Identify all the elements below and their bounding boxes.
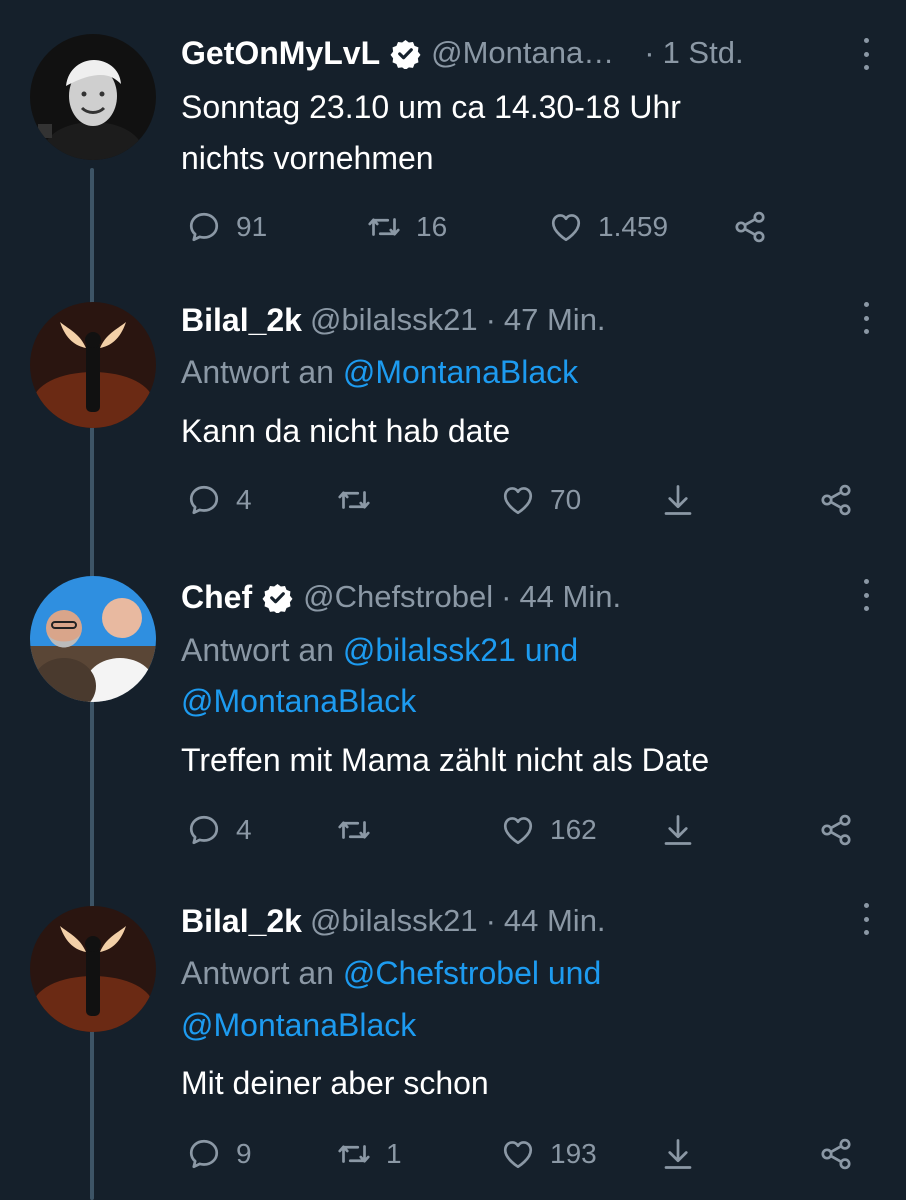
more-icon[interactable]	[860, 302, 872, 334]
reply-to-link[interactable]: @bilalssk21 und	[343, 632, 578, 668]
like-icon	[500, 812, 536, 848]
share-icon	[818, 1136, 854, 1172]
download-icon	[660, 812, 696, 848]
tweet-text: Treffen mit Mama zählt nicht als Date	[181, 742, 710, 778]
reply-to-link[interactable]: @Chefstrobel und	[343, 955, 601, 991]
reply-prefix: Antwort an	[181, 632, 334, 668]
download-icon	[660, 1136, 696, 1172]
like-icon	[500, 482, 536, 518]
timestamp[interactable]: 44 Min.	[519, 579, 621, 615]
like-button[interactable]: 193	[500, 1132, 597, 1176]
reply-count: 4	[236, 814, 252, 845]
reply-button[interactable]: 4	[186, 808, 252, 852]
reply-count: 9	[236, 1138, 252, 1169]
retweet-icon	[336, 812, 372, 848]
separator: ·	[485, 302, 496, 337]
author-handle[interactable]: @bilalssk21	[310, 903, 478, 939]
download-button[interactable]	[660, 1132, 696, 1176]
reply-context-line-1: Antwort an @Chefstrobel und	[181, 953, 601, 993]
author-handle[interactable]: @Chefstrobel	[303, 579, 493, 615]
like-count: 1.459	[598, 211, 669, 242]
author-name[interactable]: Bilal_2k	[181, 903, 302, 940]
download-icon	[660, 482, 696, 518]
verified-badge-icon	[390, 38, 421, 69]
tweet-header: Chef @Chefstrobel · 44 Min.	[181, 571, 621, 623]
verified-badge-icon	[262, 582, 293, 613]
reply-button[interactable]: 9	[186, 1132, 252, 1176]
author-name[interactable]: Chef	[181, 579, 252, 616]
action-bar: 91 16 1.459	[0, 205, 906, 249]
author-handle[interactable]: @Montana…	[431, 35, 614, 71]
reply-to-link-2[interactable]: @MontanaBlack	[181, 1005, 416, 1045]
action-bar: 4 162	[0, 808, 906, 852]
like-icon	[548, 209, 584, 245]
author-name[interactable]: GetOnMyLvL	[181, 35, 380, 72]
like-count: 162	[550, 814, 597, 845]
retweet-count: 16	[416, 211, 448, 242]
share-button[interactable]	[732, 205, 768, 249]
avatar[interactable]	[30, 576, 156, 702]
action-bar: 4 70	[0, 478, 906, 522]
tweet-text-line-1: Sonntag 23.10 um ca 14.30-18 Uhr	[181, 89, 681, 125]
like-count: 70	[550, 484, 582, 515]
action-bar: 9 1 193	[0, 1132, 906, 1176]
retweet-icon	[336, 482, 372, 518]
reply-icon	[186, 209, 222, 245]
tweet-header: Bilal_2k @bilalssk21 · 47 Min.	[181, 294, 606, 346]
reply-to-link-2[interactable]: @MontanaBlack	[181, 681, 416, 721]
reply-icon	[186, 812, 222, 848]
separator: ·	[501, 579, 512, 614]
like-icon	[500, 1136, 536, 1172]
tweet-text-line-2: nichts vornehmen	[181, 140, 434, 176]
more-icon[interactable]	[860, 579, 872, 611]
share-button[interactable]	[818, 478, 854, 522]
download-button[interactable]	[660, 478, 696, 522]
share-button[interactable]	[818, 808, 854, 852]
retweet-button[interactable]: 16	[366, 205, 447, 249]
like-button[interactable]: 70	[500, 478, 581, 522]
tweet-text: Kann da nicht hab date	[181, 413, 511, 449]
reply-button[interactable]: 91	[186, 205, 267, 249]
retweet-button[interactable]	[336, 478, 372, 522]
tweet-text: Mit deiner aber schon	[181, 1065, 489, 1101]
retweet-button[interactable]	[336, 808, 372, 852]
separator: ·	[485, 903, 496, 938]
avatar[interactable]	[30, 302, 156, 428]
separator: ·	[644, 35, 655, 70]
like-button[interactable]: 162	[500, 808, 597, 852]
share-icon	[818, 482, 854, 518]
reply-count: 91	[236, 211, 268, 242]
more-icon[interactable]	[860, 38, 872, 70]
reply-icon	[186, 482, 222, 518]
avatar[interactable]	[30, 906, 156, 1032]
download-button[interactable]	[660, 808, 696, 852]
share-icon	[732, 209, 768, 245]
author-name[interactable]: Bilal_2k	[181, 302, 302, 339]
author-handle[interactable]: @bilalssk21	[310, 302, 478, 338]
retweet-icon	[336, 1136, 372, 1172]
retweet-icon	[366, 209, 402, 245]
reply-context: Antwort an @MontanaBlack	[181, 352, 578, 392]
reply-prefix: Antwort an	[181, 955, 334, 991]
like-button[interactable]: 1.459	[548, 205, 668, 249]
reply-icon	[186, 1136, 222, 1172]
reply-button[interactable]: 4	[186, 478, 252, 522]
timestamp[interactable]: 44 Min.	[504, 903, 606, 939]
retweet-count: 1	[386, 1138, 402, 1169]
reply-context-line-1: Antwort an @bilalssk21 und	[181, 630, 578, 670]
timestamp[interactable]: 47 Min.	[504, 302, 606, 338]
share-button[interactable]	[818, 1132, 854, 1176]
avatar[interactable]	[30, 34, 156, 160]
timestamp[interactable]: 1 Std.	[663, 35, 744, 71]
more-icon[interactable]	[860, 903, 872, 935]
reply-to-link[interactable]: @MontanaBlack	[343, 354, 578, 390]
reply-prefix: Antwort an	[181, 354, 334, 390]
tweet-header: Bilal_2k @bilalssk21 · 44 Min.	[181, 895, 606, 947]
retweet-button[interactable]: 1	[336, 1132, 402, 1176]
tweet-header: GetOnMyLvL @Montana… · 1 Std.	[181, 27, 744, 79]
share-icon	[818, 812, 854, 848]
like-count: 193	[550, 1138, 597, 1169]
reply-count: 4	[236, 484, 252, 515]
